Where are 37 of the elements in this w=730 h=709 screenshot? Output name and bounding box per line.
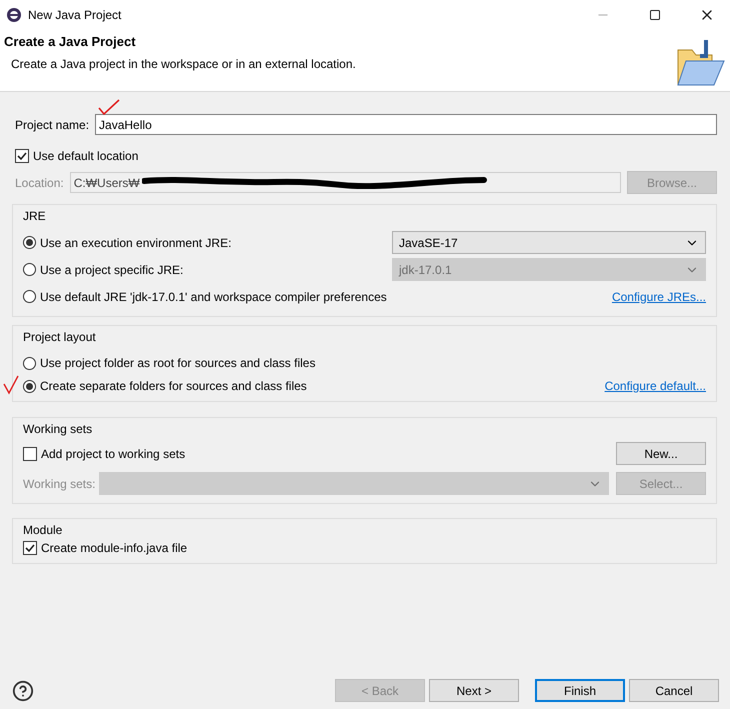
configure-jres-link[interactable]: Configure JREs... [612, 290, 706, 304]
checkbox[interactable] [15, 149, 29, 163]
radio-label: Create separate folders for sources and class files [40, 379, 307, 393]
group-title: Module [23, 523, 64, 537]
wizard-button[interactable]: Next > [429, 679, 519, 702]
radio-label: Use project folder as root for sources and class files [40, 356, 316, 370]
jre-dropdown[interactable]: JavaSE-17 [392, 231, 706, 254]
checkbox-label: Add project to working sets [41, 446, 186, 460]
checkbox[interactable] [23, 446, 37, 460]
checkbox-label: Create module-info.java file [41, 541, 188, 555]
radio-label: Use default JRE 'jdk-17.0.1' and workspace compiler preferences [40, 290, 387, 304]
radio-button[interactable] [23, 380, 36, 392]
wizard-button[interactable]: Finish [535, 679, 625, 702]
radio-label: Use an execution environment JRE: [40, 236, 232, 250]
radio-button[interactable] [23, 290, 36, 303]
group-title: JRE [23, 209, 47, 223]
new-button[interactable]: New... [616, 442, 706, 465]
app-icon [6, 7, 22, 23]
radio-button[interactable] [23, 356, 36, 370]
configure-default-link[interactable]: Configure default... [604, 379, 706, 393]
check-mark-drawing [3, 375, 19, 395]
radio-label: Use a project specific JRE: [40, 262, 184, 276]
project-name-field[interactable]: JavaHello [95, 114, 717, 135]
wizard-button[interactable]: Cancel [629, 679, 719, 702]
check-mark-drawing [97, 98, 121, 116]
radio-button[interactable] [23, 236, 36, 249]
location-label: Location: [15, 176, 64, 190]
group-title: Working sets [23, 422, 94, 436]
working-sets-label: Working sets: [23, 476, 96, 490]
help-icon[interactable] [12, 680, 34, 702]
page-description: Create a Java project in the workspace or in an external location. [11, 57, 356, 71]
checkbox[interactable] [23, 541, 37, 555]
group-title: Project layout [23, 330, 97, 344]
default-location-label: Use default location [33, 149, 138, 163]
project-name-label: Project name: [15, 118, 90, 132]
page-title: Create a Java Project [4, 34, 137, 49]
window-title: New Java Project [28, 8, 122, 22]
